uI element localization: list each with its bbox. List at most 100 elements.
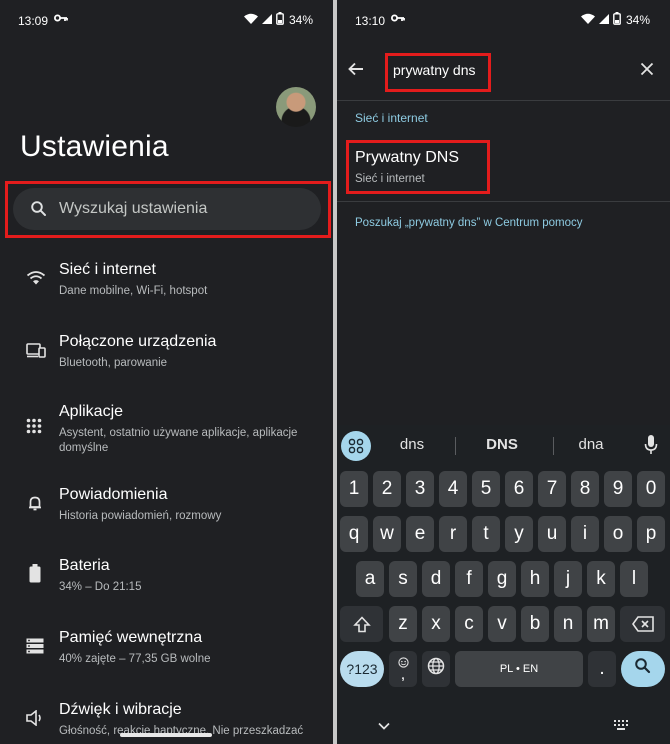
period-key[interactable]: . [588,651,616,687]
key-x[interactable]: x [422,606,450,642]
globe-icon [427,657,445,681]
emoji-comma-key[interactable]: , [389,651,417,687]
search-input[interactable]: prywatny dns [393,62,475,78]
battery-status-icon [276,12,284,28]
wifi-status-icon [243,13,258,28]
apps-grid-icon [26,418,42,439]
key-g[interactable]: g [488,561,516,597]
status-time: 13:09 [18,14,49,28]
settings-search-bar[interactable]: Wyszukaj ustawienia [13,188,321,230]
key-y[interactable]: y [505,516,533,552]
wifi-icon [26,270,46,291]
key-7[interactable]: 7 [538,471,566,507]
avatar[interactable] [276,87,316,127]
status-time: 13:10 [355,14,386,28]
key-m[interactable]: m [587,606,615,642]
key-t[interactable]: t [472,516,500,552]
bell-icon [26,494,44,517]
key-f[interactable]: f [455,561,483,597]
key-z[interactable]: z [389,606,417,642]
key-8[interactable]: 8 [571,471,599,507]
sound-icon [26,709,46,731]
symbols-key[interactable]: ?123 [340,651,384,687]
key-2[interactable]: 2 [373,471,401,507]
signal-icon [261,13,273,28]
key-v[interactable]: v [488,606,516,642]
search-placeholder: Wyszukaj ustawienia [59,200,208,217]
back-arrow-icon[interactable] [347,60,365,83]
key-6[interactable]: 6 [505,471,533,507]
settings-item-storage[interactable]: Pamięć wewnętrzna 40% zajęte – 77,35 GB … [0,618,333,676]
close-icon[interactable] [640,62,654,81]
settings-item-subtitle: 34% – Do 21:15 [59,581,142,593]
status-bar: 13:09 34% [0,0,333,40]
settings-item-connected-devices[interactable]: Połączone urządzenia Bluetooth, parowani… [0,322,333,380]
divider [337,201,670,202]
settings-item-battery[interactable]: Bateria 34% – Do 21:15 [0,546,333,604]
settings-item-title: Sieć i internet [59,261,156,278]
key-c[interactable]: c [455,606,483,642]
settings-item-title: Dźwięk i wibracje [59,701,182,718]
settings-item-subtitle: Historia powiadomień, rozmowy [59,510,222,522]
settings-screen: 13:09 34% Ustawienia Wyszukaj ustawienia… [0,0,333,744]
backspace-key[interactable] [620,606,665,642]
key-0[interactable]: 0 [637,471,665,507]
battery-percent: 34% [288,13,313,27]
key-r[interactable]: r [439,516,467,552]
key-1[interactable]: 1 [340,471,368,507]
key-p[interactable]: p [637,516,665,552]
suggestion-item[interactable]: DNS [467,436,537,453]
search-icon [634,657,652,681]
search-icon [30,200,48,223]
key-k[interactable]: k [587,561,615,597]
key-9[interactable]: 9 [604,471,632,507]
storage-icon [26,638,44,659]
key-j[interactable]: j [554,561,582,597]
space-key[interactable]: PL • EN [455,651,583,687]
keyboard-menu-icon[interactable] [341,431,371,461]
key-h[interactable]: h [521,561,549,597]
shift-key[interactable] [340,606,383,642]
hide-keyboard-icon[interactable] [378,717,390,735]
comma-label: , [400,665,406,683]
key-s[interactable]: s [389,561,417,597]
key-5[interactable]: 5 [472,471,500,507]
key-o[interactable]: o [604,516,632,552]
settings-item-network[interactable]: Sieć i internet Dane mobilne, Wi-Fi, hot… [0,250,333,308]
results-section-label: Sieć i internet [355,111,428,125]
gesture-bar[interactable] [120,733,212,737]
key-l[interactable]: l [620,561,648,597]
signal-icon [598,13,610,28]
settings-item-subtitle: Asystent, ostatnio używane aplikacje, ap… [59,427,298,454]
key-u[interactable]: u [538,516,566,552]
microphone-icon[interactable] [644,434,658,461]
keyboard-switch-icon[interactable] [614,717,628,735]
key-a[interactable]: a [356,561,384,597]
wifi-status-icon [580,13,595,28]
key-b[interactable]: b [521,606,549,642]
key-w[interactable]: w [373,516,401,552]
settings-item-notifications[interactable]: Powiadomienia Historia powiadomień, rozm… [0,475,333,533]
suggestion-item[interactable]: dns [377,436,447,453]
vpn-key-icon [54,12,68,26]
settings-item-subtitle: 40% zajęte – 77,35 GB wolne [59,653,211,665]
key-4[interactable]: 4 [439,471,467,507]
key-e[interactable]: e [406,516,434,552]
language-key[interactable] [422,651,450,687]
status-bar: 13:10 34% [337,0,670,40]
key-3[interactable]: 3 [406,471,434,507]
settings-item-title: Pamięć wewnętrzna [59,629,203,646]
settings-item-subtitle: Dane mobilne, Wi-Fi, hotspot [59,285,208,297]
search-result-title[interactable]: Prywatny DNS [355,149,459,167]
vpn-key-icon [391,12,405,26]
help-center-link[interactable]: Poszukaj „prywatny dns” w Centrum pomocy [355,217,583,229]
search-action-key[interactable] [621,651,665,687]
settings-item-apps[interactable]: Aplikacje Asystent, ostatnio używane apl… [0,392,333,462]
settings-item-title: Powiadomienia [59,486,168,503]
key-d[interactable]: d [422,561,450,597]
key-i[interactable]: i [571,516,599,552]
key-q[interactable]: q [340,516,368,552]
connected-devices-icon [26,342,46,363]
suggestion-item[interactable]: dna [556,436,626,453]
key-n[interactable]: n [554,606,582,642]
